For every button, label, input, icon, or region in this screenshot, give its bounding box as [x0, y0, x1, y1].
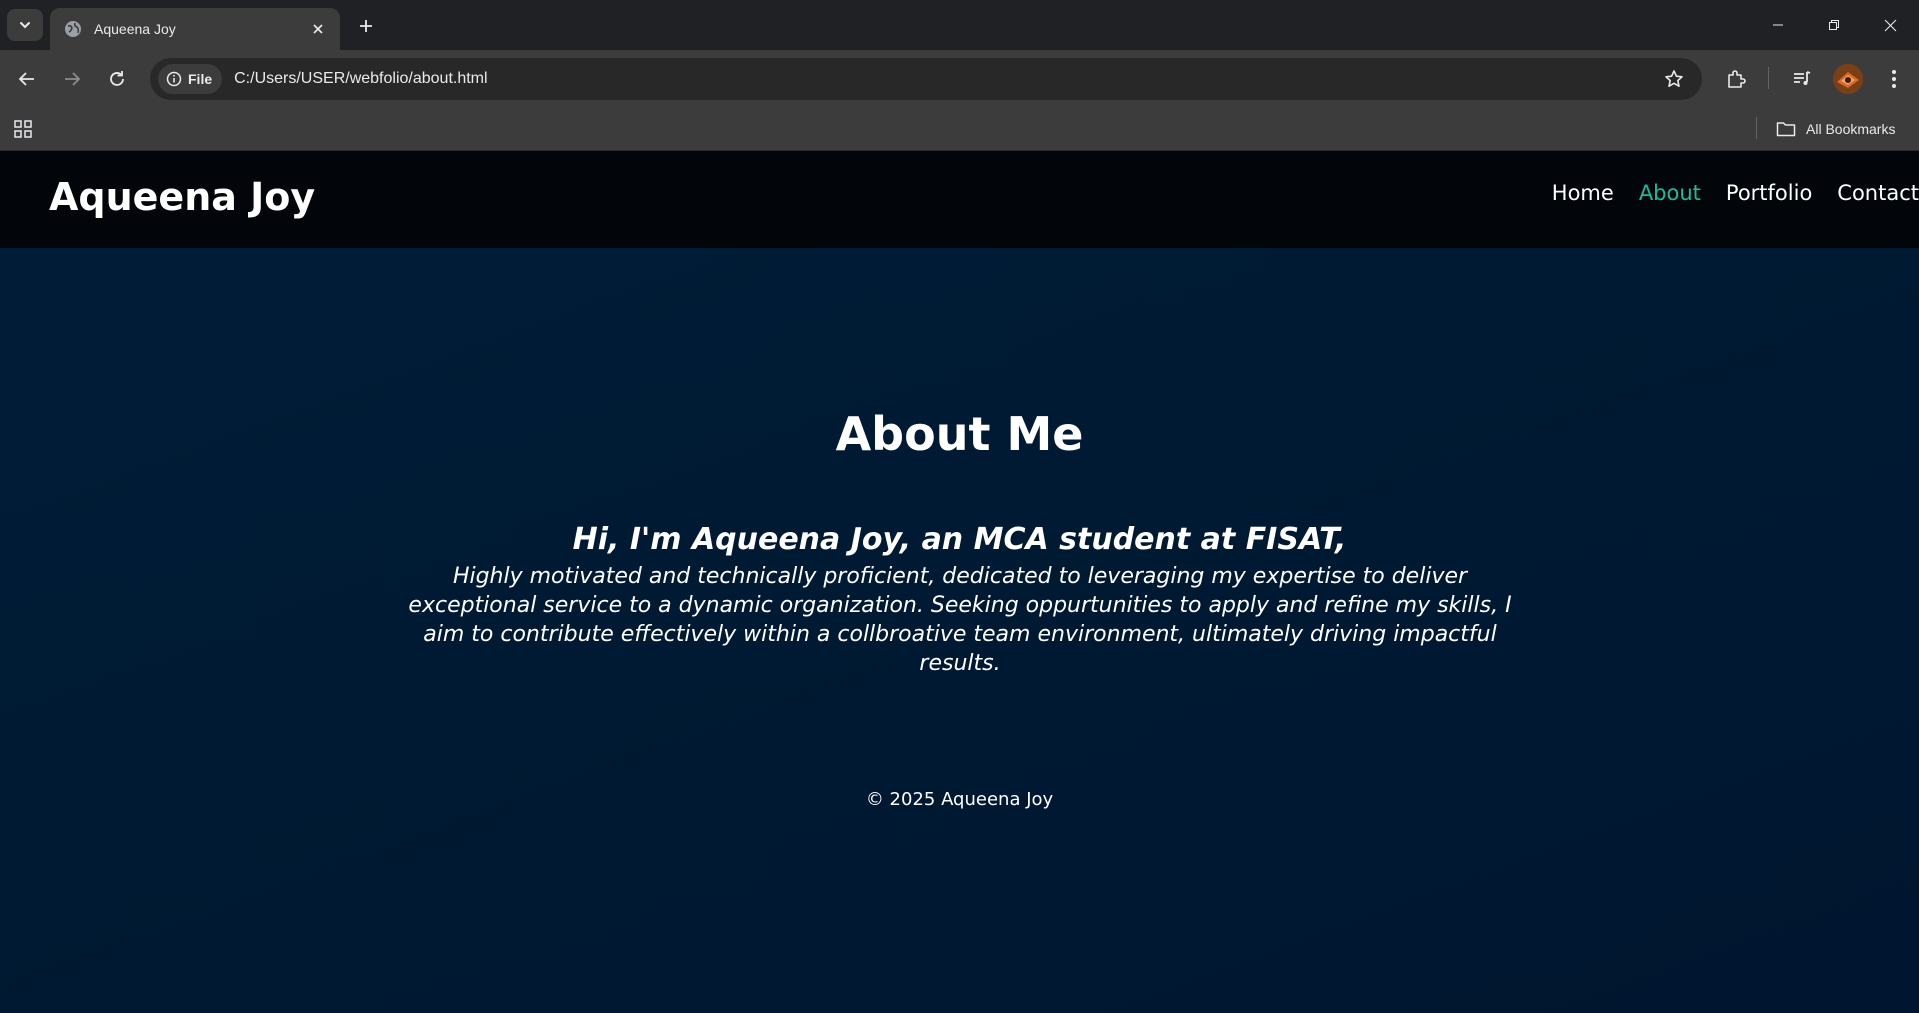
folder-icon	[1776, 122, 1796, 137]
site-nav: Home About Portfolio Contact	[1552, 181, 1919, 205]
url-text[interactable]: C:/Users/USER/webfolio/about.html	[234, 70, 1658, 88]
browser-tab[interactable]: Aqueena Joy	[50, 8, 340, 50]
new-tab-button[interactable]	[352, 12, 380, 40]
nav-link-contact[interactable]: Contact	[1837, 181, 1919, 205]
close-window-button[interactable]	[1862, 0, 1918, 50]
globe-icon	[64, 20, 82, 38]
apps-grid-icon[interactable]	[13, 119, 35, 141]
footer-copyright: © 2025 Aqueena Joy	[865, 789, 1054, 810]
minimize-button[interactable]	[1750, 0, 1806, 50]
address-bar[interactable]: File C:/Users/USER/webfolio/about.html	[150, 58, 1702, 100]
close-icon	[1884, 19, 1896, 31]
menu-kebab-icon[interactable]	[1877, 62, 1911, 96]
bookmark-star-icon[interactable]	[1658, 63, 1690, 95]
forward-button[interactable]	[55, 62, 89, 96]
nav-link-about[interactable]: About	[1639, 181, 1701, 205]
profile-avatar[interactable]	[1833, 64, 1863, 94]
site-info-chip[interactable]: File	[158, 64, 223, 94]
tab-search-button[interactable]	[7, 9, 43, 41]
reload-button[interactable]	[100, 62, 134, 96]
nav-link-portfolio[interactable]: Portfolio	[1726, 181, 1812, 205]
restore-icon	[1829, 20, 1839, 30]
site-logo[interactable]: Aqueena Joy	[49, 175, 315, 219]
reload-icon	[110, 71, 124, 86]
back-button[interactable]	[10, 62, 44, 96]
media-controls-icon[interactable]	[1785, 62, 1819, 96]
tab-strip: Aqueena Joy	[0, 0, 1919, 50]
bookmarks-divider	[1756, 117, 1757, 139]
about-greeting: Hi, I'm Aqueena Joy, an MCA student at F…	[572, 522, 1347, 557]
about-description: Highly motivated and technically profici…	[408, 564, 1512, 676]
arrow-left-icon	[18, 72, 34, 86]
toolbar-divider	[1768, 67, 1769, 89]
all-bookmarks-label: All Bookmarks	[1806, 121, 1896, 137]
site-chip-label: File	[188, 71, 213, 87]
browser-toolbar: File C:/Users/USER/webfolio/about.html	[0, 50, 1919, 108]
page-viewport: Aqueena Joy Home About Portfolio Contact…	[0, 151, 1919, 1013]
arrow-right-icon	[65, 72, 81, 86]
extensions-icon[interactable]	[1719, 62, 1753, 96]
tab-title: Aqueena Joy	[94, 21, 176, 37]
bookmarks-bar: All Bookmarks	[0, 108, 1919, 151]
plus-icon	[360, 20, 372, 32]
restore-button[interactable]	[1806, 0, 1862, 50]
page-title: About Me	[835, 407, 1084, 461]
site-header: Aqueena Joy Home About Portfolio Contact	[0, 151, 1919, 248]
chevron-down-icon	[20, 22, 30, 29]
close-icon[interactable]	[308, 19, 328, 39]
all-bookmarks-button[interactable]: All Bookmarks	[1776, 116, 1895, 142]
minimize-icon	[1773, 24, 1783, 26]
info-icon	[166, 71, 182, 87]
nav-link-home[interactable]: Home	[1552, 181, 1614, 205]
